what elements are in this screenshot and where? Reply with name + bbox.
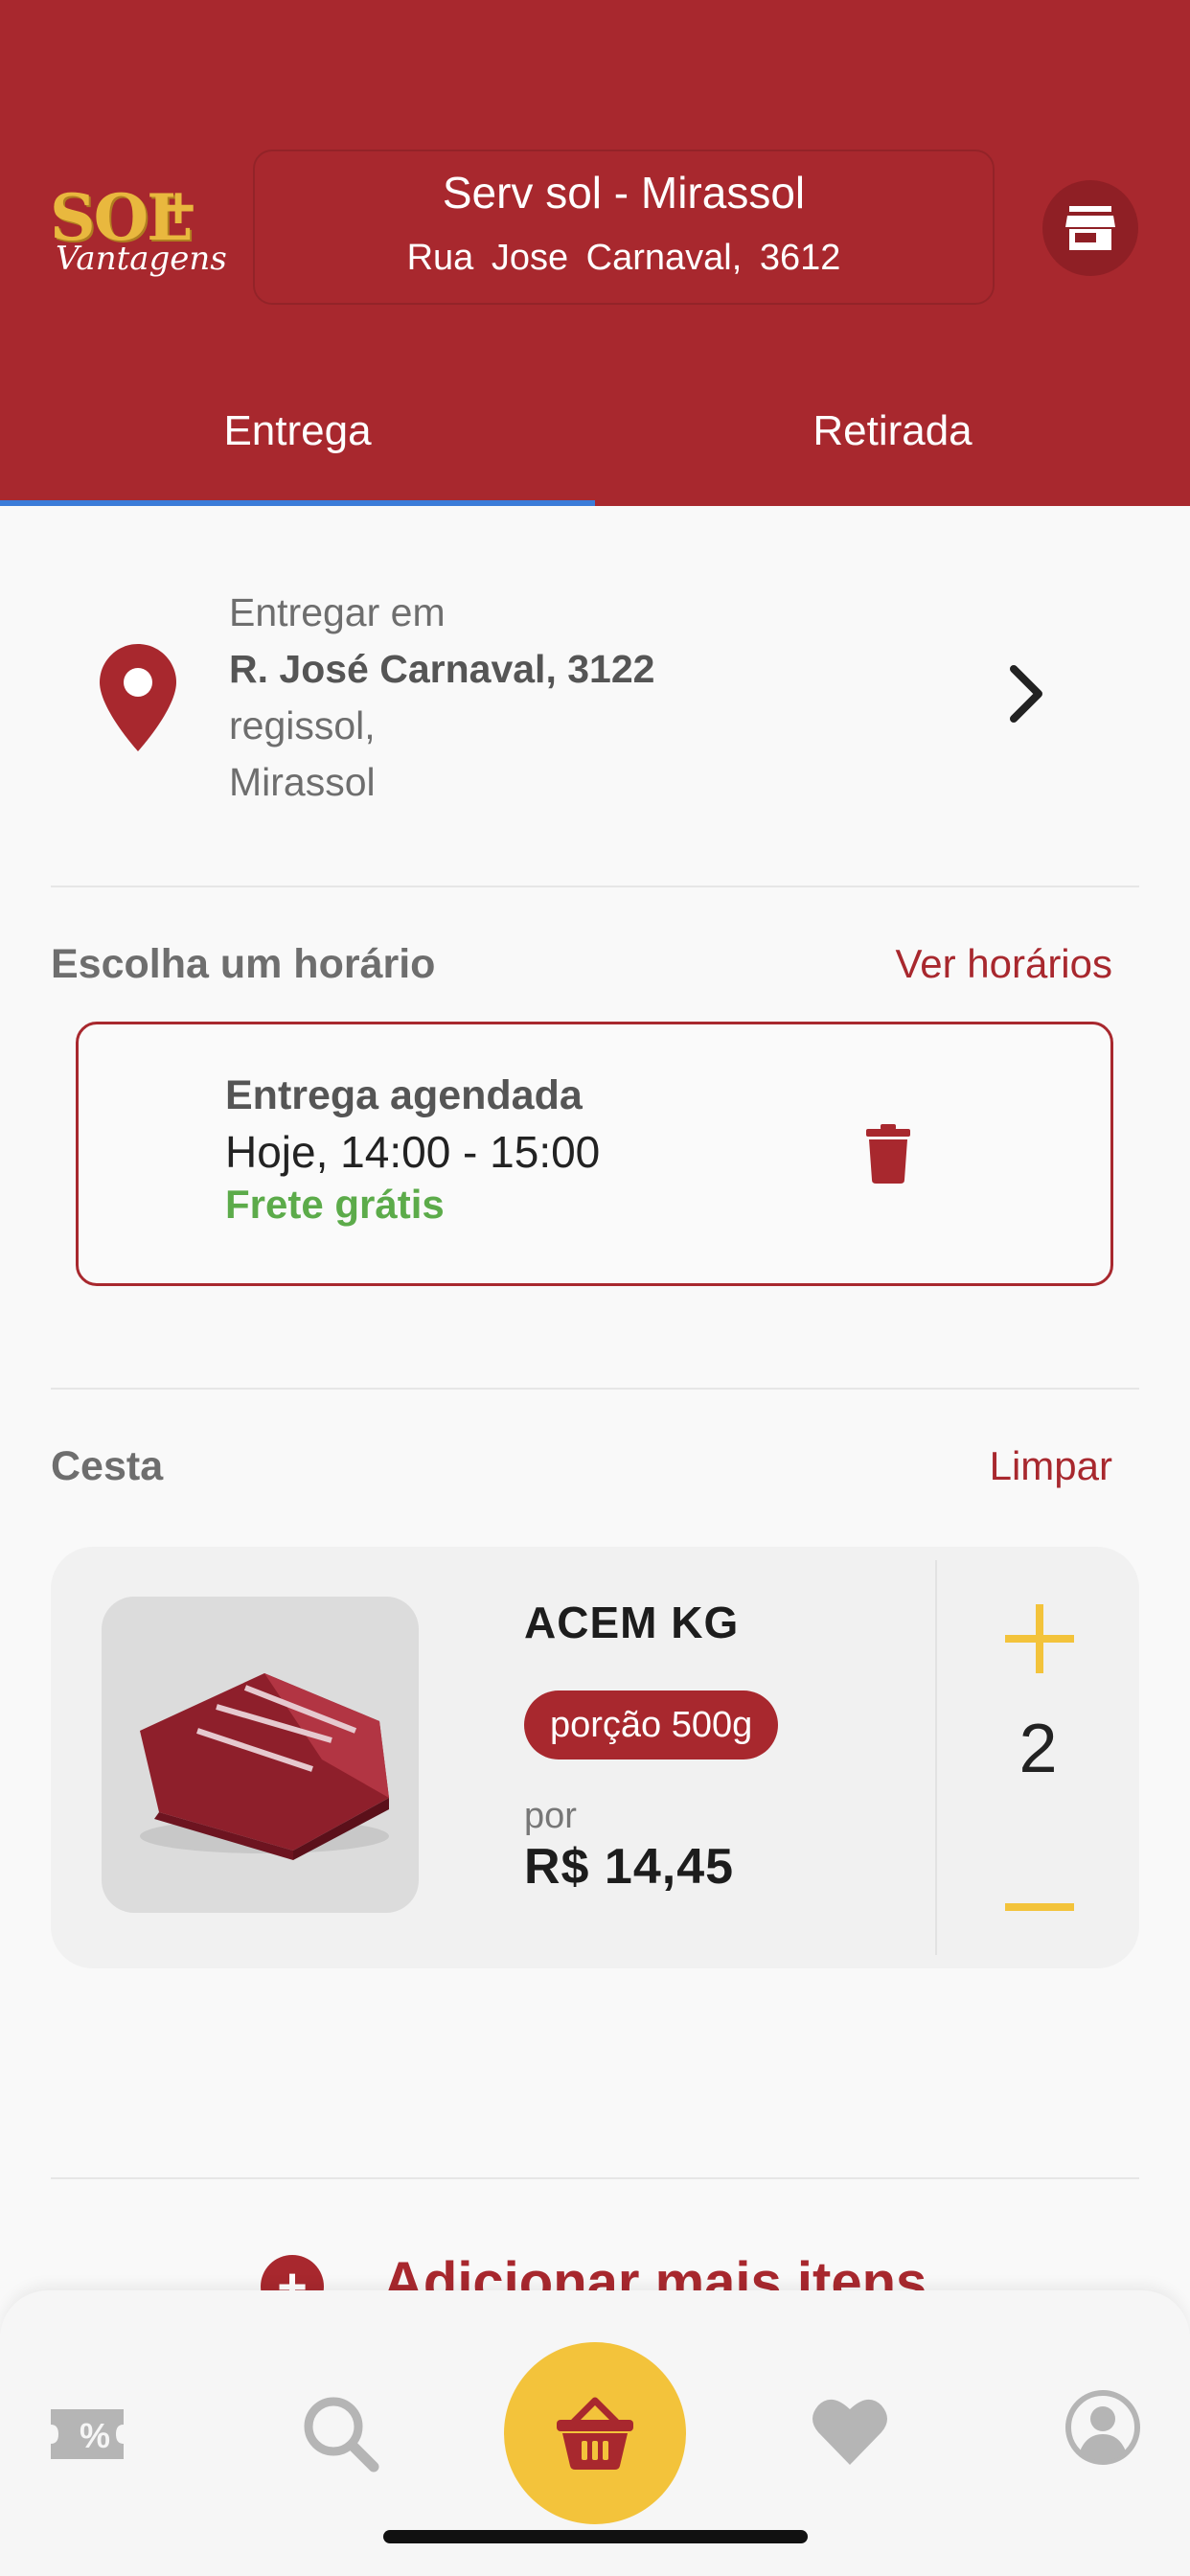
coupon-percent-text: % [80,2416,110,2455]
profile-icon[interactable] [1065,2390,1140,2470]
product-image [102,1597,419,1913]
delivery-district: regissol, [229,703,376,748]
divider [51,2177,1139,2179]
basket-title: Cesta [51,1443,164,1489]
store-icon [1065,206,1115,250]
view-schedules-link[interactable]: Ver horários [896,941,1112,987]
basket-nav-button[interactable] [504,2342,686,2524]
location-pin-icon [100,644,176,751]
delivery-heading: Entregar em [229,590,446,634]
product-price: R$ 14,45 [524,1839,735,1895]
product-name: ACEM KG [524,1598,740,1647]
basket-icon [557,2397,633,2470]
store-address: Rua Jose Carnaval, 3612 [406,238,841,278]
logo-vantagens-text: Vantagens [56,240,227,278]
schedule-time: Hoje, 14:00 - 15:00 [225,1127,601,1177]
heart-icon[interactable] [812,2396,887,2470]
divider [51,1388,1139,1390]
plus-icon[interactable] [1005,1604,1074,1673]
logo-plus-text: + [161,175,196,242]
app-header: SOL + Vantagens Serv sol - Mirassol Rua … [0,0,1190,506]
trash-icon[interactable] [866,1124,910,1184]
free-shipping-label: Frete grátis [225,1182,445,1227]
home-indicator [383,2530,808,2543]
schedule-title: Escolha um horário [51,941,436,987]
delivery-street: R. José Carnaval, 3122 [229,647,655,691]
store-name: Serv sol - Mirassol [442,168,806,218]
basket-item-card: ACEM KG porção 500g por R$ 14,45 2 [51,1547,1139,1968]
portion-badge: porção 500g [524,1690,779,1760]
scheduled-delivery-card[interactable]: Entrega agendada Hoje, 14:00 - 15:00 Fre… [76,1022,1113,1286]
store-selector[interactable]: Serv sol - Mirassol Rua Jose Carnaval, 3… [253,150,995,305]
delivery-address-text: Entregar em R. José Carnaval, 3122 regis… [229,585,654,811]
delivery-city: Mirassol [229,760,376,804]
tab-entrega[interactable]: Entrega [0,393,595,506]
coupon-icon[interactable]: % [51,2409,124,2464]
divider [51,886,1139,887]
price-per-label: por [524,1796,577,1836]
clear-basket-link[interactable]: Limpar [990,1443,1112,1489]
schedule-type: Entrega agendada [225,1072,583,1118]
quantity-value: 2 [1018,1711,1058,1787]
brand-logo: SOL + Vantagens [48,175,227,286]
delivery-address-row[interactable]: Entregar em R. José Carnaval, 3122 regis… [0,575,1190,824]
store-button[interactable] [1042,180,1138,276]
minus-icon[interactable] [1005,1873,1074,1942]
tab-retirada[interactable]: Retirada [595,393,1190,506]
chevron-right-icon [1010,665,1042,723]
search-icon[interactable] [301,2394,379,2477]
active-tab-indicator [0,500,595,506]
